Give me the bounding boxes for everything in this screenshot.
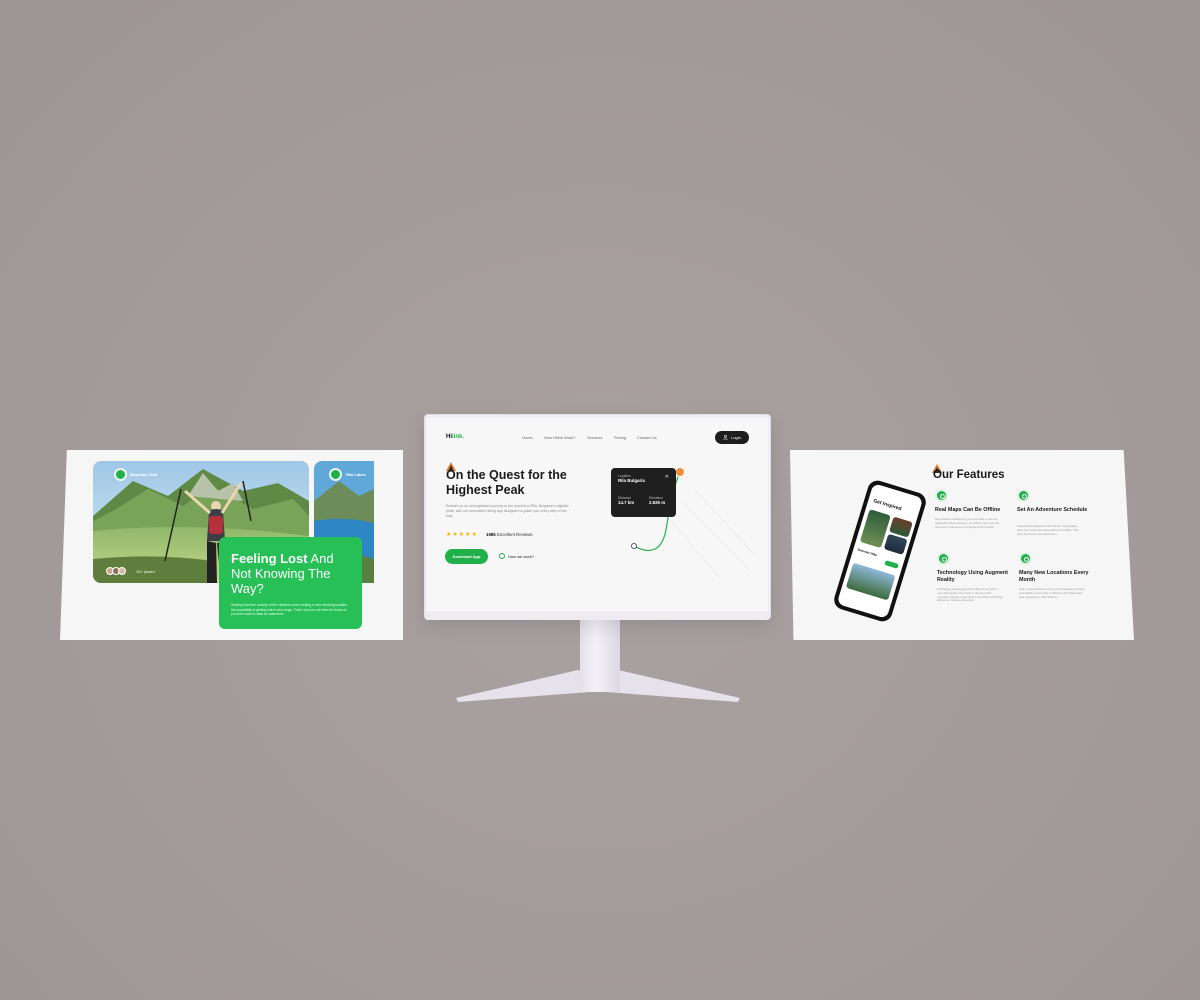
phone-button — [884, 560, 899, 569]
location-pin-icon — [114, 468, 127, 481]
monitor-chin — [425, 611, 770, 620]
download-app-button[interactable]: Download App — [445, 549, 488, 564]
phone-title: Get Inspired — [872, 498, 903, 513]
nav-home[interactable]: Home — [522, 435, 533, 440]
avatar-count: 10+ joined — [136, 569, 155, 574]
location-value: Rila Bulgaria — [618, 478, 645, 483]
reviews-count: 198k Excellent Reviews — [486, 532, 533, 537]
phone-photo — [883, 533, 908, 555]
rating-stars: ★★★★★ — [446, 532, 478, 538]
avatar — [118, 567, 126, 575]
nav-services[interactable]: Services — [587, 435, 602, 440]
nav-contact[interactable]: Contact Us — [637, 435, 657, 440]
location-1-label: Mountain Trail — [130, 472, 158, 477]
brand-logo[interactable]: Hilink. — [446, 434, 464, 440]
map-icon — [935, 489, 948, 502]
login-button[interactable]: Login — [715, 431, 749, 444]
feeling-lost-card: Feeling Lost And Not Knowing The Way? St… — [219, 537, 362, 629]
distance-stat: Distance 14.7 km — [618, 496, 635, 505]
elevation-stat: Elevation 2.925 m — [649, 496, 666, 505]
ar-icon — [937, 552, 950, 565]
feature-title: Many New Locations Every Month — [1019, 570, 1089, 583]
user-icon — [723, 435, 728, 440]
monitor-neck — [580, 620, 620, 692]
phone-photo — [845, 562, 896, 601]
feature-description: We provide a solution for you to be able… — [935, 517, 1000, 529]
phone-subtitle: Summer Hike — [856, 547, 878, 558]
location-card: Location Rila Bulgaria ✕ Distance 14.7 k… — [611, 468, 676, 517]
features-title: Our Features — [933, 469, 1005, 481]
play-icon — [499, 553, 505, 559]
location-2-label: Rila Lakes — [346, 472, 366, 477]
calendar-icon — [1017, 489, 1030, 502]
feature-title: Real Maps Can Be Offline — [935, 507, 1001, 513]
hero-title: On the Quest for the Highest Peak — [446, 468, 567, 497]
feature-title: Technology Using Augment Reality — [937, 570, 1008, 583]
nav-how-it-works[interactable]: How Hilink Work? — [544, 435, 576, 440]
feature-description: Technology uses augmented reality as a g… — [937, 587, 1003, 603]
close-icon[interactable]: ✕ — [665, 474, 669, 480]
feature-description: Schedule an adventure with friends. On h… — [1017, 524, 1079, 536]
card-body: Starting from the anxiety of the climber… — [231, 603, 349, 617]
card-title: Feeling Lost And Not Knowing The Way? — [231, 551, 334, 596]
location-pin-icon — [329, 468, 342, 481]
hero-description: Embark on an unforgettable journey to th… — [446, 504, 569, 518]
feature-title: Set An Adventure Schedule — [1017, 507, 1088, 513]
feature-description: Lots of new locations every month, becau… — [1019, 587, 1085, 599]
how-we-work-link[interactable]: How we work? — [499, 553, 534, 559]
nav-pricing[interactable]: Pricing — [614, 435, 626, 440]
avatar-group — [106, 567, 126, 575]
location-icon — [1019, 552, 1032, 565]
